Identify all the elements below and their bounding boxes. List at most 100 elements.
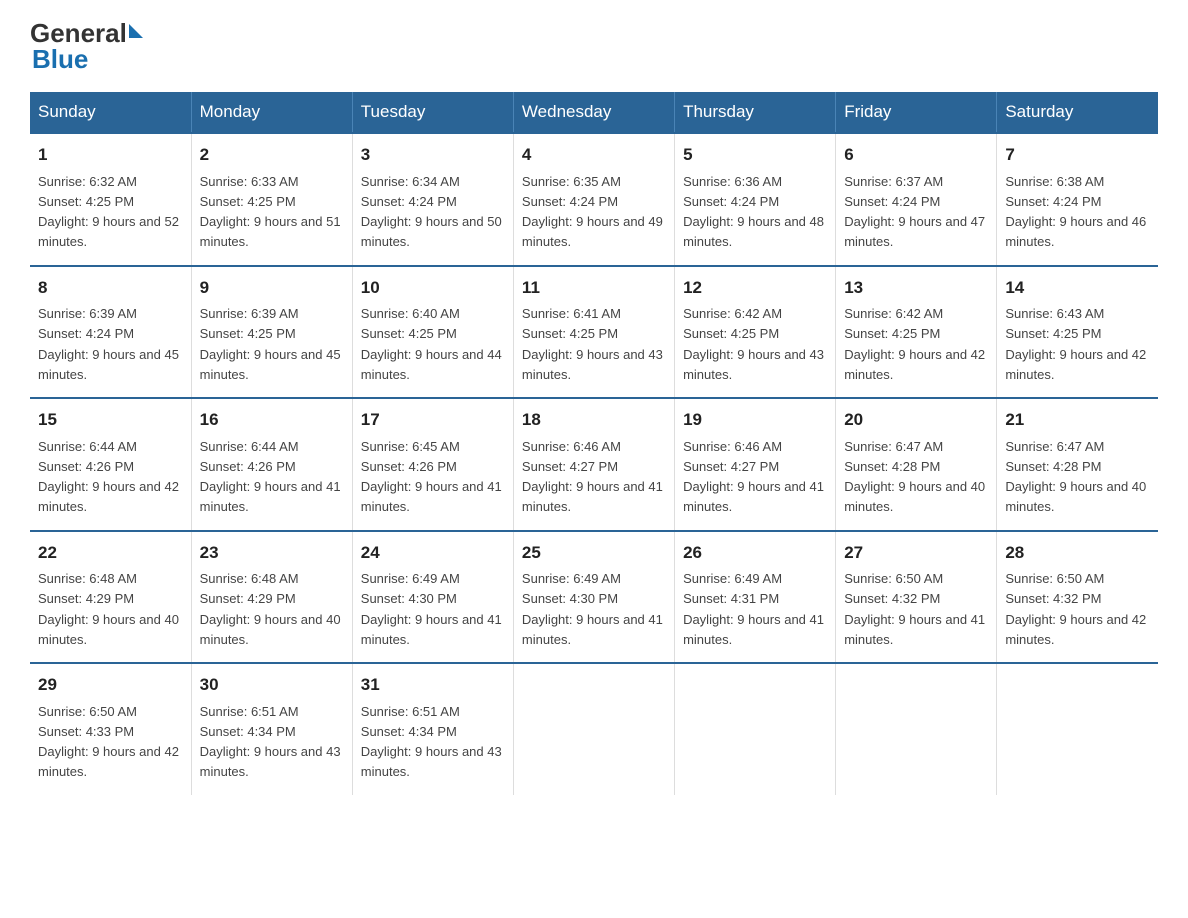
calendar-day-20: 20Sunrise: 6:47 AMSunset: 4:28 PMDayligh… <box>836 398 997 531</box>
day-info: Sunrise: 6:43 AMSunset: 4:25 PMDaylight:… <box>1005 306 1146 382</box>
day-info: Sunrise: 6:40 AMSunset: 4:25 PMDaylight:… <box>361 306 502 382</box>
calendar-day-31: 31Sunrise: 6:51 AMSunset: 4:34 PMDayligh… <box>352 663 513 795</box>
header-friday: Friday <box>836 92 997 133</box>
day-number: 1 <box>38 142 183 168</box>
calendar-day-2: 2Sunrise: 6:33 AMSunset: 4:25 PMDaylight… <box>191 133 352 266</box>
day-info: Sunrise: 6:33 AMSunset: 4:25 PMDaylight:… <box>200 174 341 250</box>
calendar-week-row: 1 Sunrise: 6:32 AMSunset: 4:25 PMDaylight… <box>30 133 1158 266</box>
calendar-day-9: 9 Sunrise: 6:39 AMSunset: 4:25 PMDaylight… <box>191 266 352 399</box>
logo: General Blue <box>30 20 143 72</box>
calendar-day-16: 16Sunrise: 6:44 AMSunset: 4:26 PMDayligh… <box>191 398 352 531</box>
day-number: 31 <box>361 672 505 698</box>
day-number: 21 <box>1005 407 1150 433</box>
day-info: Sunrise: 6:49 AMSunset: 4:31 PMDaylight:… <box>683 571 824 647</box>
day-number: 26 <box>683 540 827 566</box>
day-info: Sunrise: 6:45 AMSunset: 4:26 PMDaylight:… <box>361 439 502 515</box>
day-info: Sunrise: 6:48 AMSunset: 4:29 PMDaylight:… <box>200 571 341 647</box>
day-number: 17 <box>361 407 505 433</box>
day-number: 30 <box>200 672 344 698</box>
logo-triangle-icon <box>129 24 143 38</box>
day-number: 9 <box>200 275 344 301</box>
day-info: Sunrise: 6:32 AMSunset: 4:25 PMDaylight:… <box>38 174 179 250</box>
calendar-empty-cell <box>997 663 1158 795</box>
calendar-week-row: 22 Sunrise: 6:48 AMSunset: 4:29 PMDayligh… <box>30 531 1158 664</box>
day-info: Sunrise: 6:42 AMSunset: 4:25 PMDaylight:… <box>844 306 985 382</box>
day-number: 29 <box>38 672 183 698</box>
day-info: Sunrise: 6:44 AMSunset: 4:26 PMDaylight:… <box>38 439 179 515</box>
calendar-day-8: 8Sunrise: 6:39 AMSunset: 4:24 PMDaylight… <box>30 266 191 399</box>
day-number: 7 <box>1005 142 1150 168</box>
calendar-day-23: 23Sunrise: 6:48 AMSunset: 4:29 PMDayligh… <box>191 531 352 664</box>
calendar-day-11: 11 Sunrise: 6:41 AMSunset: 4:25 PMDayligh… <box>513 266 674 399</box>
calendar-day-10: 10 Sunrise: 6:40 AMSunset: 4:25 PMDayligh… <box>352 266 513 399</box>
day-number: 19 <box>683 407 827 433</box>
day-info: Sunrise: 6:46 AMSunset: 4:27 PMDaylight:… <box>683 439 824 515</box>
calendar-day-18: 18 Sunrise: 6:46 AMSunset: 4:27 PMDayligh… <box>513 398 674 531</box>
day-number: 24 <box>361 540 505 566</box>
day-info: Sunrise: 6:36 AMSunset: 4:24 PMDaylight:… <box>683 174 824 250</box>
day-info: Sunrise: 6:47 AMSunset: 4:28 PMDaylight:… <box>1005 439 1146 515</box>
calendar-empty-cell <box>675 663 836 795</box>
calendar-empty-cell <box>836 663 997 795</box>
calendar-day-13: 13 Sunrise: 6:42 AMSunset: 4:25 PMDayligh… <box>836 266 997 399</box>
day-number: 20 <box>844 407 988 433</box>
day-number: 18 <box>522 407 666 433</box>
day-number: 13 <box>844 275 988 301</box>
calendar-table: SundayMondayTuesdayWednesdayThursdayFrid… <box>30 92 1158 795</box>
header-monday: Monday <box>191 92 352 133</box>
day-number: 11 <box>522 275 666 301</box>
day-number: 25 <box>522 540 666 566</box>
calendar-day-17: 17 Sunrise: 6:45 AMSunset: 4:26 PMDayligh… <box>352 398 513 531</box>
day-info: Sunrise: 6:39 AMSunset: 4:25 PMDaylight:… <box>200 306 341 382</box>
day-info: Sunrise: 6:50 AMSunset: 4:33 PMDaylight:… <box>38 704 179 780</box>
day-info: Sunrise: 6:49 AMSunset: 4:30 PMDaylight:… <box>361 571 502 647</box>
calendar-header-row: SundayMondayTuesdayWednesdayThursdayFrid… <box>30 92 1158 133</box>
day-number: 14 <box>1005 275 1150 301</box>
calendar-week-row: 15 Sunrise: 6:44 AMSunset: 4:26 PMDayligh… <box>30 398 1158 531</box>
calendar-day-21: 21 Sunrise: 6:47 AMSunset: 4:28 PMDayligh… <box>997 398 1158 531</box>
calendar-day-14: 14 Sunrise: 6:43 AMSunset: 4:25 PMDayligh… <box>997 266 1158 399</box>
day-info: Sunrise: 6:50 AMSunset: 4:32 PMDaylight:… <box>844 571 985 647</box>
calendar-day-30: 30 Sunrise: 6:51 AMSunset: 4:34 PMDayligh… <box>191 663 352 795</box>
calendar-day-19: 19 Sunrise: 6:46 AMSunset: 4:27 PMDayligh… <box>675 398 836 531</box>
day-number: 15 <box>38 407 183 433</box>
calendar-day-3: 3 Sunrise: 6:34 AMSunset: 4:24 PMDaylight… <box>352 133 513 266</box>
day-info: Sunrise: 6:38 AMSunset: 4:24 PMDaylight:… <box>1005 174 1146 250</box>
logo-general: General <box>30 20 127 46</box>
header-tuesday: Tuesday <box>352 92 513 133</box>
calendar-day-28: 28Sunrise: 6:50 AMSunset: 4:32 PMDayligh… <box>997 531 1158 664</box>
calendar-day-6: 6 Sunrise: 6:37 AMSunset: 4:24 PMDaylight… <box>836 133 997 266</box>
calendar-day-27: 27Sunrise: 6:50 AMSunset: 4:32 PMDayligh… <box>836 531 997 664</box>
calendar-day-12: 12 Sunrise: 6:42 AMSunset: 4:25 PMDayligh… <box>675 266 836 399</box>
day-number: 16 <box>200 407 344 433</box>
logo-blue: Blue <box>32 46 143 72</box>
page-header: General Blue <box>30 20 1158 72</box>
day-info: Sunrise: 6:41 AMSunset: 4:25 PMDaylight:… <box>522 306 663 382</box>
day-number: 10 <box>361 275 505 301</box>
header-wednesday: Wednesday <box>513 92 674 133</box>
day-info: Sunrise: 6:35 AMSunset: 4:24 PMDaylight:… <box>522 174 663 250</box>
day-number: 3 <box>361 142 505 168</box>
day-info: Sunrise: 6:34 AMSunset: 4:24 PMDaylight:… <box>361 174 502 250</box>
calendar-day-5: 5Sunrise: 6:36 AMSunset: 4:24 PMDaylight… <box>675 133 836 266</box>
day-number: 28 <box>1005 540 1150 566</box>
header-saturday: Saturday <box>997 92 1158 133</box>
day-info: Sunrise: 6:49 AMSunset: 4:30 PMDaylight:… <box>522 571 663 647</box>
calendar-day-7: 7 Sunrise: 6:38 AMSunset: 4:24 PMDaylight… <box>997 133 1158 266</box>
calendar-day-24: 24 Sunrise: 6:49 AMSunset: 4:30 PMDayligh… <box>352 531 513 664</box>
day-info: Sunrise: 6:42 AMSunset: 4:25 PMDaylight:… <box>683 306 824 382</box>
calendar-day-4: 4Sunrise: 6:35 AMSunset: 4:24 PMDaylight… <box>513 133 674 266</box>
day-info: Sunrise: 6:51 AMSunset: 4:34 PMDaylight:… <box>200 704 341 780</box>
day-number: 22 <box>38 540 183 566</box>
calendar-day-25: 25 Sunrise: 6:49 AMSunset: 4:30 PMDayligh… <box>513 531 674 664</box>
day-info: Sunrise: 6:39 AMSunset: 4:24 PMDaylight:… <box>38 306 179 382</box>
day-info: Sunrise: 6:46 AMSunset: 4:27 PMDaylight:… <box>522 439 663 515</box>
day-number: 12 <box>683 275 827 301</box>
day-number: 6 <box>844 142 988 168</box>
day-info: Sunrise: 6:48 AMSunset: 4:29 PMDaylight:… <box>38 571 179 647</box>
calendar-empty-cell <box>513 663 674 795</box>
calendar-week-row: 29 Sunrise: 6:50 AMSunset: 4:33 PMDayligh… <box>30 663 1158 795</box>
header-sunday: Sunday <box>30 92 191 133</box>
header-thursday: Thursday <box>675 92 836 133</box>
day-info: Sunrise: 6:37 AMSunset: 4:24 PMDaylight:… <box>844 174 985 250</box>
